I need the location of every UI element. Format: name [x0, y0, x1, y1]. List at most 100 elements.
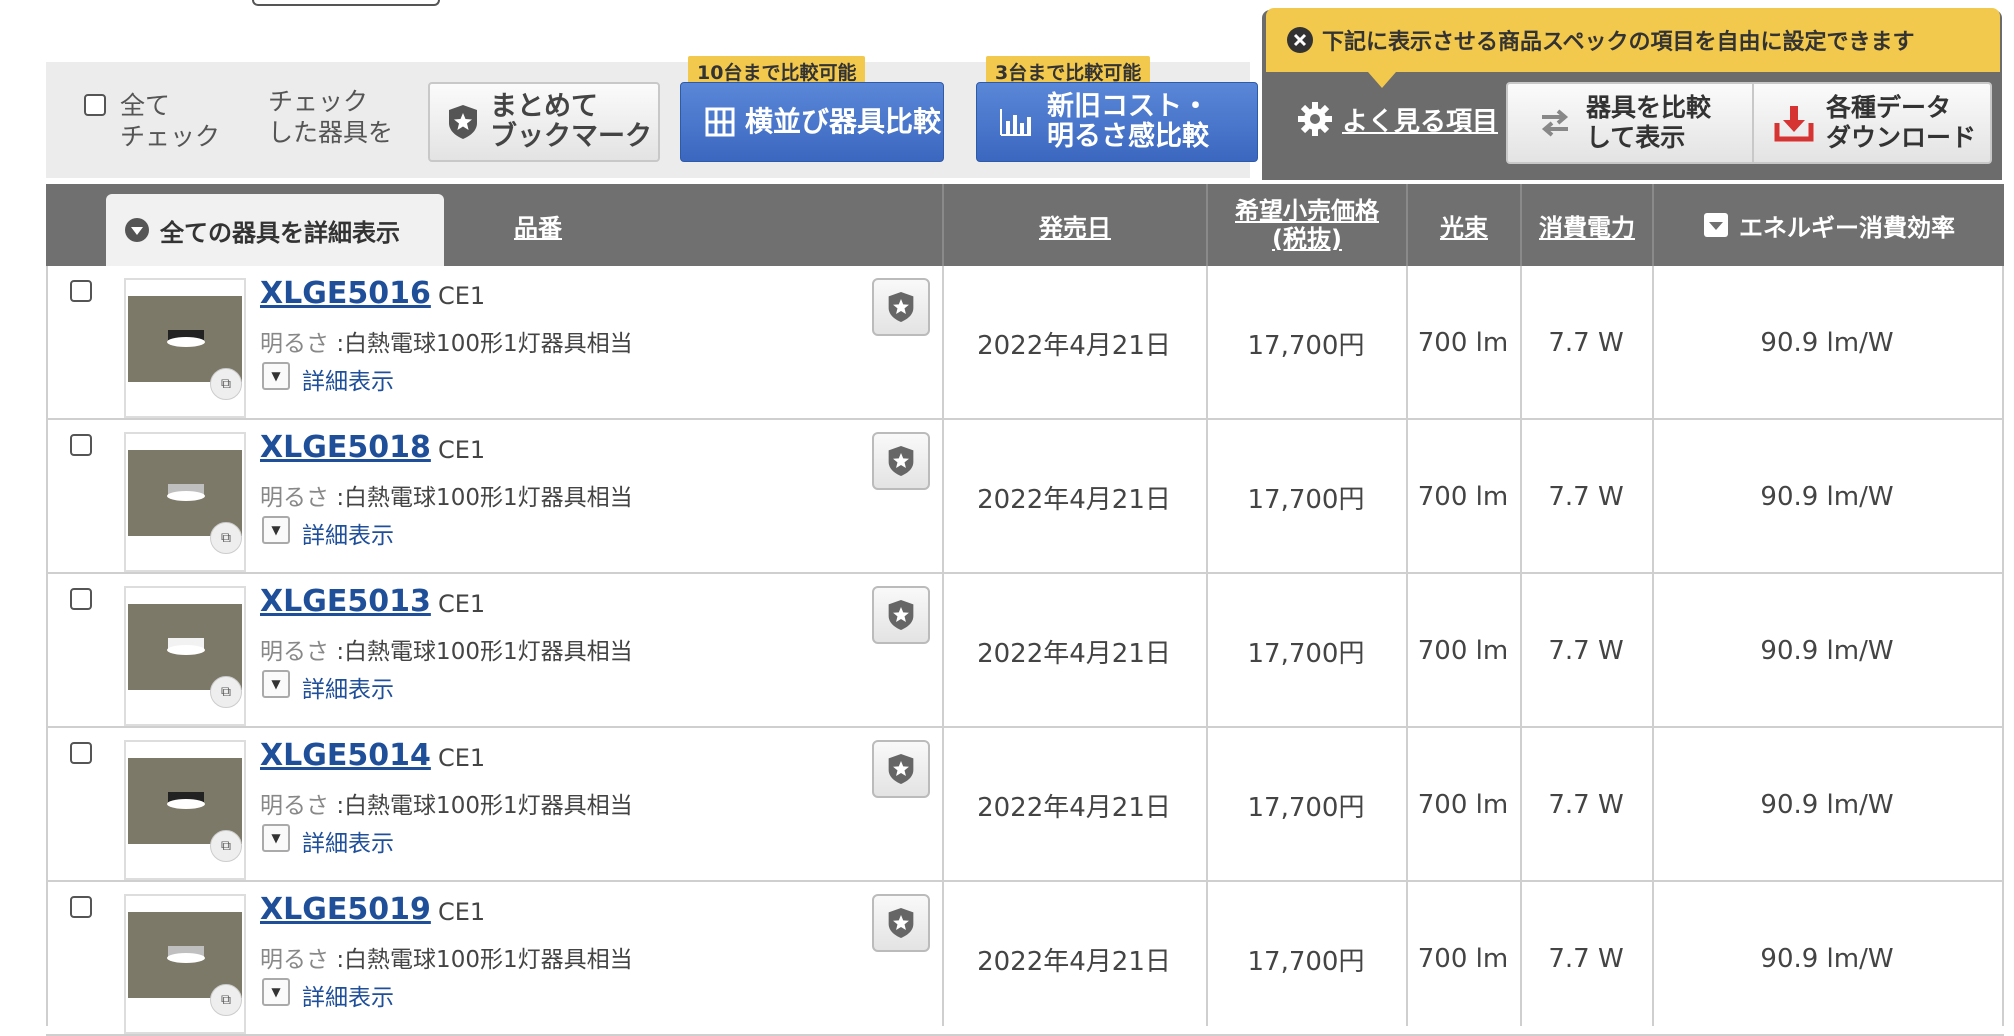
- zoom-icon[interactable]: ⧉: [210, 368, 242, 400]
- price: 17,700円: [1247, 638, 1365, 669]
- download-icon: [1774, 106, 1814, 142]
- data-download-button[interactable]: 各種データ ダウンロード: [1752, 82, 1992, 164]
- row-checkbox[interactable]: [70, 742, 92, 764]
- part-number-link[interactable]: XLGE5018: [260, 430, 431, 465]
- detail-link[interactable]: 詳細表示: [302, 516, 394, 550]
- part-number-link[interactable]: XLGE5013: [260, 584, 431, 619]
- close-circle-icon[interactable]: [1286, 26, 1314, 54]
- brightness-spec: 明るさ :白熱電球100形1灯器具相当: [260, 478, 633, 512]
- detail-toggle[interactable]: ▼: [262, 824, 290, 852]
- top-button-edge: [252, 0, 440, 6]
- lumen: 700 lm: [1417, 636, 1509, 666]
- brightness-spec: 明るさ :白熱電球100形1灯器具相当: [260, 324, 633, 358]
- product-thumbnail[interactable]: ⧉: [124, 586, 246, 726]
- row-checkbox[interactable]: [70, 280, 92, 302]
- bookmark-all-label: まとめて ブックマーク: [490, 91, 652, 152]
- brightness-spec: 明るさ :白熱電球100形1灯器具相当: [260, 940, 633, 974]
- lumen: 700 lm: [1417, 790, 1509, 820]
- header-lumen[interactable]: 光束: [1408, 184, 1520, 266]
- product-thumbnail[interactable]: ⧉: [124, 740, 246, 880]
- price: 17,700円: [1247, 484, 1365, 515]
- detail-toggle[interactable]: ▼: [262, 978, 290, 1006]
- frequent-items-label: よく見る項目: [1342, 106, 1499, 137]
- checked-items-label: チェック した器具を: [268, 87, 394, 147]
- brightness-label: 明るさ: [260, 793, 329, 819]
- model-variant: CE1: [438, 898, 486, 926]
- bookmark-shield-icon: [888, 446, 914, 476]
- brightness-label: 明るさ: [260, 331, 329, 357]
- bookmark-button[interactable]: [872, 586, 930, 644]
- bookmark-button[interactable]: [872, 432, 930, 490]
- cost-brightness-compare-button[interactable]: 新旧コスト・ 明るさ感比較: [976, 82, 1258, 162]
- compare-display-button[interactable]: 器具を比較 して表示: [1506, 82, 1754, 164]
- detail-link[interactable]: 詳細表示: [302, 978, 394, 1012]
- header-release-date[interactable]: 発売日: [944, 184, 1206, 266]
- power: 7.7 W: [1548, 790, 1624, 820]
- detail-toggle[interactable]: ▼: [262, 362, 290, 390]
- lumen: 700 lm: [1417, 944, 1509, 974]
- detail-link[interactable]: 詳細表示: [302, 670, 394, 704]
- bookmark-all-button[interactable]: まとめて ブックマーク: [428, 82, 660, 162]
- model-variant: CE1: [438, 590, 486, 618]
- brightness-spec: 明るさ :白熱電球100形1灯器具相当: [260, 786, 633, 820]
- zoom-icon[interactable]: ⧉: [210, 984, 242, 1016]
- header-price[interactable]: 希望小売価格 (税抜): [1208, 184, 1406, 266]
- dropdown-icon: [1704, 213, 1728, 237]
- zoom-icon[interactable]: ⧉: [210, 676, 242, 708]
- price: 17,700円: [1247, 946, 1365, 977]
- bookmark-button[interactable]: [872, 894, 930, 952]
- show-all-details-tab[interactable]: 全ての器具を詳細表示: [106, 194, 444, 266]
- brightness-value: :白熱電球100形1灯器具相当: [336, 485, 633, 511]
- efficiency: 90.9 lm/W: [1760, 636, 1894, 666]
- row-checkbox[interactable]: [70, 434, 92, 456]
- bookmark-shield-icon: [888, 754, 914, 784]
- show-all-details-label: 全ての器具を詳細表示: [160, 218, 400, 247]
- model-variant: CE1: [438, 436, 486, 464]
- release-date: 2022年4月21日: [977, 330, 1171, 361]
- part-number-link[interactable]: XLGE5016: [260, 276, 431, 311]
- chevron-down-circle-icon: [125, 218, 149, 242]
- zoom-icon[interactable]: ⧉: [210, 830, 242, 862]
- detail-link[interactable]: 詳細表示: [302, 362, 394, 396]
- header-release-date-label: 発売日: [1039, 213, 1111, 242]
- header-part-no[interactable]: 品番: [478, 184, 598, 266]
- bookmark-shield-icon: [888, 292, 914, 322]
- power: 7.7 W: [1548, 944, 1624, 974]
- part-number-link[interactable]: XLGE5019: [260, 892, 431, 927]
- lumen: 700 lm: [1417, 328, 1509, 358]
- header-efficiency-label: エネルギー消費効率: [1739, 213, 1955, 242]
- product-thumbnail[interactable]: ⧉: [124, 432, 246, 572]
- header-efficiency[interactable]: エネルギー消費効率: [1654, 184, 2004, 266]
- header-lumen-label: 光束: [1440, 213, 1488, 242]
- brightness-value: :白熱電球100形1灯器具相当: [336, 793, 633, 819]
- frequent-items-link[interactable]: よく見る項目: [1296, 100, 1498, 138]
- bookmark-shield-icon: [449, 105, 477, 139]
- compare-display-label: 器具を比較 して表示: [1586, 93, 1712, 152]
- efficiency: 90.9 lm/W: [1760, 328, 1894, 358]
- header-divider: [1520, 184, 1522, 266]
- check-all-checkbox[interactable]: [84, 94, 106, 116]
- table-row: ⧉ XLGE5018 CE1 明るさ :白熱電球100形1灯器具相当 ▼ 詳細表…: [46, 420, 2004, 574]
- row-checkbox[interactable]: [70, 896, 92, 918]
- grid-icon: [705, 107, 735, 137]
- brightness-value: :白熱電球100形1灯器具相当: [336, 947, 633, 973]
- bookmark-button[interactable]: [872, 740, 930, 798]
- detail-link[interactable]: 詳細表示: [302, 824, 394, 858]
- side-by-side-compare-button[interactable]: 横並び器具比較: [680, 82, 944, 162]
- model-variant: CE1: [438, 744, 486, 772]
- table-row: ⧉ XLGE5014 CE1 明るさ :白熱電球100形1灯器具相当 ▼ 詳細表…: [46, 728, 2004, 882]
- efficiency: 90.9 lm/W: [1760, 790, 1894, 820]
- product-thumbnail[interactable]: ⧉: [124, 278, 246, 418]
- brightness-spec: 明るさ :白熱電球100形1灯器具相当: [260, 632, 633, 666]
- swap-arrows-icon: [1541, 109, 1569, 137]
- header-part-no-label: 品番: [514, 213, 562, 242]
- detail-toggle[interactable]: ▼: [262, 516, 290, 544]
- part-number-link[interactable]: XLGE5014: [260, 738, 431, 773]
- detail-toggle[interactable]: ▼: [262, 670, 290, 698]
- product-thumbnail[interactable]: ⧉: [124, 894, 246, 1034]
- zoom-icon[interactable]: ⧉: [210, 522, 242, 554]
- row-checkbox[interactable]: [70, 588, 92, 610]
- bookmark-button[interactable]: [872, 278, 930, 336]
- power: 7.7 W: [1548, 482, 1624, 512]
- header-power[interactable]: 消費電力: [1522, 184, 1652, 266]
